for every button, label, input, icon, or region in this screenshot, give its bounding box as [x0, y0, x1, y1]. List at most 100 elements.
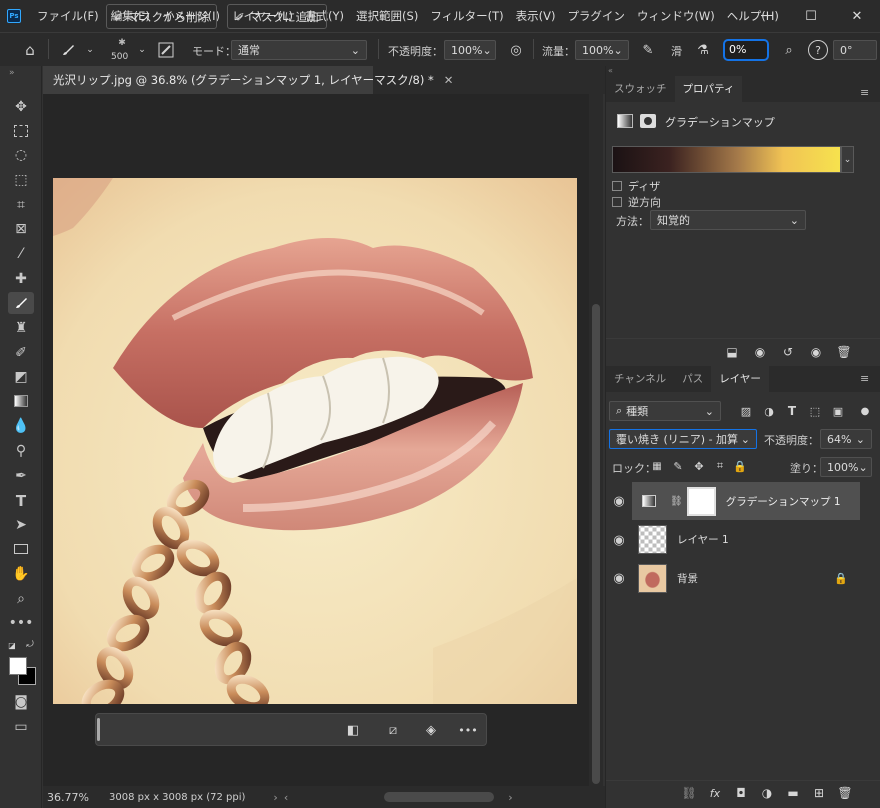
filter-toggle-icon[interactable]: ●	[857, 403, 873, 419]
scroll-right-icon[interactable]: ›	[508, 791, 512, 804]
home-icon[interactable]: ⌂	[18, 40, 42, 60]
eraser-tool-icon[interactable]: ◩	[8, 366, 34, 388]
blur-tool-icon[interactable]: 💧	[8, 415, 34, 437]
fx-icon[interactable]: fx	[706, 784, 724, 802]
zoom-level[interactable]: 36.77%	[47, 791, 105, 804]
marquee-tool-icon[interactable]	[8, 120, 34, 142]
panel-menu-icon[interactable]: ≡	[860, 86, 869, 99]
lock-image-icon[interactable]: ✎	[671, 459, 685, 473]
layer-opacity-input[interactable]: 64% ⌄	[820, 429, 872, 449]
menu-window[interactable]: ウィンドウ(W)	[631, 0, 721, 32]
layer-row-background[interactable]: 背景 🔒	[632, 559, 860, 597]
method-select[interactable]: 知覚的 ⌄	[650, 210, 806, 230]
horizontal-scroll-thumb[interactable]	[384, 792, 495, 802]
smoothing-input[interactable]: 0%	[723, 39, 769, 61]
new-layer-icon[interactable]: ⊞	[810, 784, 828, 802]
tab-channels[interactable]: チャンネル	[606, 366, 674, 392]
quick-mask-icon[interactable]: ◙	[8, 691, 34, 713]
scroll-left-icon[interactable]: ‹	[284, 791, 288, 804]
filter-smartobject-icon[interactable]: ▣	[830, 403, 846, 419]
new-group-icon[interactable]: ▬	[784, 784, 802, 802]
trash-icon[interactable]: 🗑	[834, 342, 854, 362]
brush-size[interactable]: 500	[111, 52, 128, 62]
more-options-icon[interactable]: •••	[457, 720, 479, 740]
lock-artboard-icon[interactable]: ⌗	[713, 459, 727, 473]
invert-mask-icon[interactable]: ⧄	[382, 720, 404, 740]
adjustment-icon[interactable]	[617, 114, 633, 128]
add-to-mask-button[interactable]: ✐ マスクに追加	[227, 4, 327, 29]
lasso-tool-icon[interactable]: ◌	[8, 144, 34, 166]
mask-visibility-icon[interactable]: ◈	[420, 720, 442, 740]
opacity-input[interactable]: 100% ⌄	[444, 40, 496, 60]
close-icon[interactable]: ✕	[834, 0, 880, 32]
layer-name[interactable]: レイヤー 1	[677, 532, 729, 547]
dodge-tool-icon[interactable]: ⚲	[8, 440, 34, 462]
menu-select[interactable]: 選択範囲(S)	[350, 0, 424, 32]
panel-menu-icon[interactable]: ≡	[860, 372, 869, 385]
gradient-tool-icon[interactable]	[8, 390, 34, 412]
filter-pixel-icon[interactable]: ▨	[738, 403, 754, 419]
reverse-checkbox[interactable]: 逆方向	[612, 194, 661, 210]
visibility-eye-icon[interactable]: ◉	[610, 492, 628, 510]
canvas-image[interactable]	[53, 178, 577, 704]
document-tab[interactable]: 光沢リップ.jpg @ 36.8% (グラデーションマップ 1, レイヤーマスク…	[43, 66, 453, 94]
path-select-tool-icon[interactable]: ➤	[8, 514, 34, 536]
menu-plugins[interactable]: プラグイン	[561, 0, 631, 32]
close-tab-icon[interactable]: ✕	[444, 73, 454, 87]
subtract-from-mask-button[interactable]: ✐ マスクから削除	[106, 4, 218, 29]
zoom-tool-icon[interactable]: ⌕	[8, 588, 34, 610]
layer-name[interactable]: グラデーションマップ 1	[726, 494, 841, 509]
maximize-icon[interactable]: ☐	[788, 0, 834, 32]
scroll-thumb[interactable]	[592, 304, 600, 784]
fill-input[interactable]: 100% ⌄	[820, 457, 872, 477]
vertical-scrollbar[interactable]	[589, 94, 603, 786]
type-tool-icon[interactable]: T	[8, 490, 34, 512]
menu-filter[interactable]: フィルター(T)	[424, 0, 509, 32]
screen-mode-icon[interactable]: ▭	[8, 716, 34, 738]
layer-filter-select[interactable]: ⌕ 種類 ⌄	[609, 401, 721, 421]
object-select-tool-icon[interactable]: ⬚	[8, 169, 34, 191]
collapse-chevron-icon[interactable]: «	[606, 66, 880, 76]
visibility-eye-icon[interactable]: ◉	[610, 531, 628, 549]
flask-icon[interactable]: ⚗	[694, 40, 712, 60]
layer-mask-thumbnail[interactable]	[686, 486, 716, 516]
link-chain-icon[interactable]: ⛓	[670, 496, 683, 507]
link-layers-icon[interactable]: ⛓	[680, 784, 698, 802]
mask-icon[interactable]	[640, 114, 656, 128]
tab-layers[interactable]: レイヤー	[711, 366, 769, 392]
menu-file[interactable]: ファイル(F)	[31, 0, 105, 32]
help-icon[interactable]: ?	[808, 40, 828, 60]
brush-settings-icon[interactable]	[156, 40, 176, 60]
foreground-color-swatch[interactable]	[9, 657, 27, 675]
lock-all-icon[interactable]: 🔒	[733, 459, 747, 473]
pressure-opacity-icon[interactable]: ◎	[506, 40, 526, 60]
drag-handle[interactable]	[97, 718, 100, 741]
add-mask-icon[interactable]: ◘	[732, 784, 750, 802]
stamp-tool-icon[interactable]: ♜	[8, 317, 34, 339]
mode-select[interactable]: 通常 ⌄	[231, 40, 367, 60]
crop-tool-icon[interactable]: ⌗	[8, 194, 34, 216]
delete-layer-icon[interactable]: 🗑	[836, 784, 854, 802]
tab-paths[interactable]: パス	[674, 366, 711, 392]
rectangle-tool-icon[interactable]	[8, 538, 34, 560]
chevron-down-icon[interactable]: ⌄	[841, 146, 854, 173]
chevron-down-icon[interactable]: ⌄	[84, 40, 96, 60]
layer-row-gradient-map[interactable]: ⛓ グラデーションマップ 1	[632, 482, 860, 520]
angle-input[interactable]: 0°	[833, 40, 877, 60]
chevron-down-icon[interactable]: ⌄	[136, 40, 148, 60]
search-icon[interactable]: ⌕	[780, 40, 798, 60]
swap-colors-icon[interactable]: ⤾	[25, 640, 35, 650]
view-previous-icon[interactable]: ◉	[750, 342, 770, 362]
blend-mode-select[interactable]: 覆い焼き (リニア) - 加算 ⌄	[609, 429, 757, 449]
filter-adjustment-icon[interactable]: ◑	[761, 403, 777, 419]
flow-input[interactable]: 100% ⌄	[575, 40, 629, 60]
lock-position-icon[interactable]: ✥	[692, 459, 706, 473]
move-tool-icon[interactable]: ✥	[8, 96, 34, 118]
more-tools-icon[interactable]: •••	[8, 612, 34, 634]
chevron-right-icon[interactable]: ›	[273, 791, 277, 804]
brush-tool-icon[interactable]	[8, 292, 34, 314]
brush-icon[interactable]	[58, 40, 78, 60]
menu-view[interactable]: 表示(V)	[510, 0, 562, 32]
default-colors-icon[interactable]: ◪	[7, 640, 17, 650]
visibility-eye-icon[interactable]: ◉	[610, 569, 628, 587]
